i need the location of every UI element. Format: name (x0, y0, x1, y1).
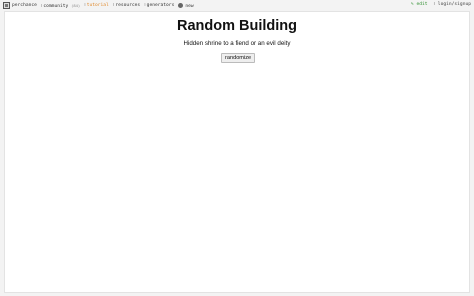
login-signup-link[interactable]: ⁝ login/signup (434, 2, 471, 7)
tutorial-icon: ⁝ (84, 3, 86, 8)
nav-new-link[interactable]: new (178, 2, 194, 9)
nav-resources-label: resources (115, 3, 141, 8)
new-generator-icon (178, 2, 184, 8)
nav-new-label: new (185, 3, 194, 9)
edit-icon: ✎ (410, 2, 414, 7)
nav-tutorial-link[interactable]: ⁝tutorial (84, 3, 109, 8)
login-separator-icon: ⁝ (433, 2, 436, 7)
randomize-button[interactable]: randomize (221, 53, 256, 63)
nav-right: ✎ edit ⁝ login/signup (411, 2, 471, 7)
edit-link[interactable]: ✎ edit (411, 2, 428, 7)
nav-resources-link[interactable]: ⁝resources (113, 3, 140, 8)
nav-generators-label: generators (146, 3, 175, 8)
perchance-logo-icon[interactable] (3, 2, 10, 9)
login-label: login/signup (437, 2, 471, 7)
nav-generators-link[interactable]: ⁝generators (144, 3, 174, 8)
nav-community-label: community (43, 3, 69, 9)
generated-result-text: Hidden shrine to a fiend or an evil deit… (183, 40, 291, 47)
nav-tutorial-label: tutorial (86, 3, 109, 8)
nav-left: perchance ⁝community (84) ⁝tutorial ⁝res… (3, 2, 198, 9)
nav-community-link[interactable]: ⁝community (84) (41, 3, 80, 9)
generator-output-panel: Random Building Hidden shrine to a fiend… (4, 11, 470, 293)
page-title: Random Building (176, 18, 297, 34)
nav-perchance-link[interactable]: perchance (12, 3, 37, 8)
generators-icon: ⁝ (144, 3, 146, 8)
top-nav-bar: perchance ⁝community (84) ⁝tutorial ⁝res… (0, 0, 474, 11)
community-count: (84) (71, 2, 81, 8)
edit-label: edit (416, 2, 428, 7)
